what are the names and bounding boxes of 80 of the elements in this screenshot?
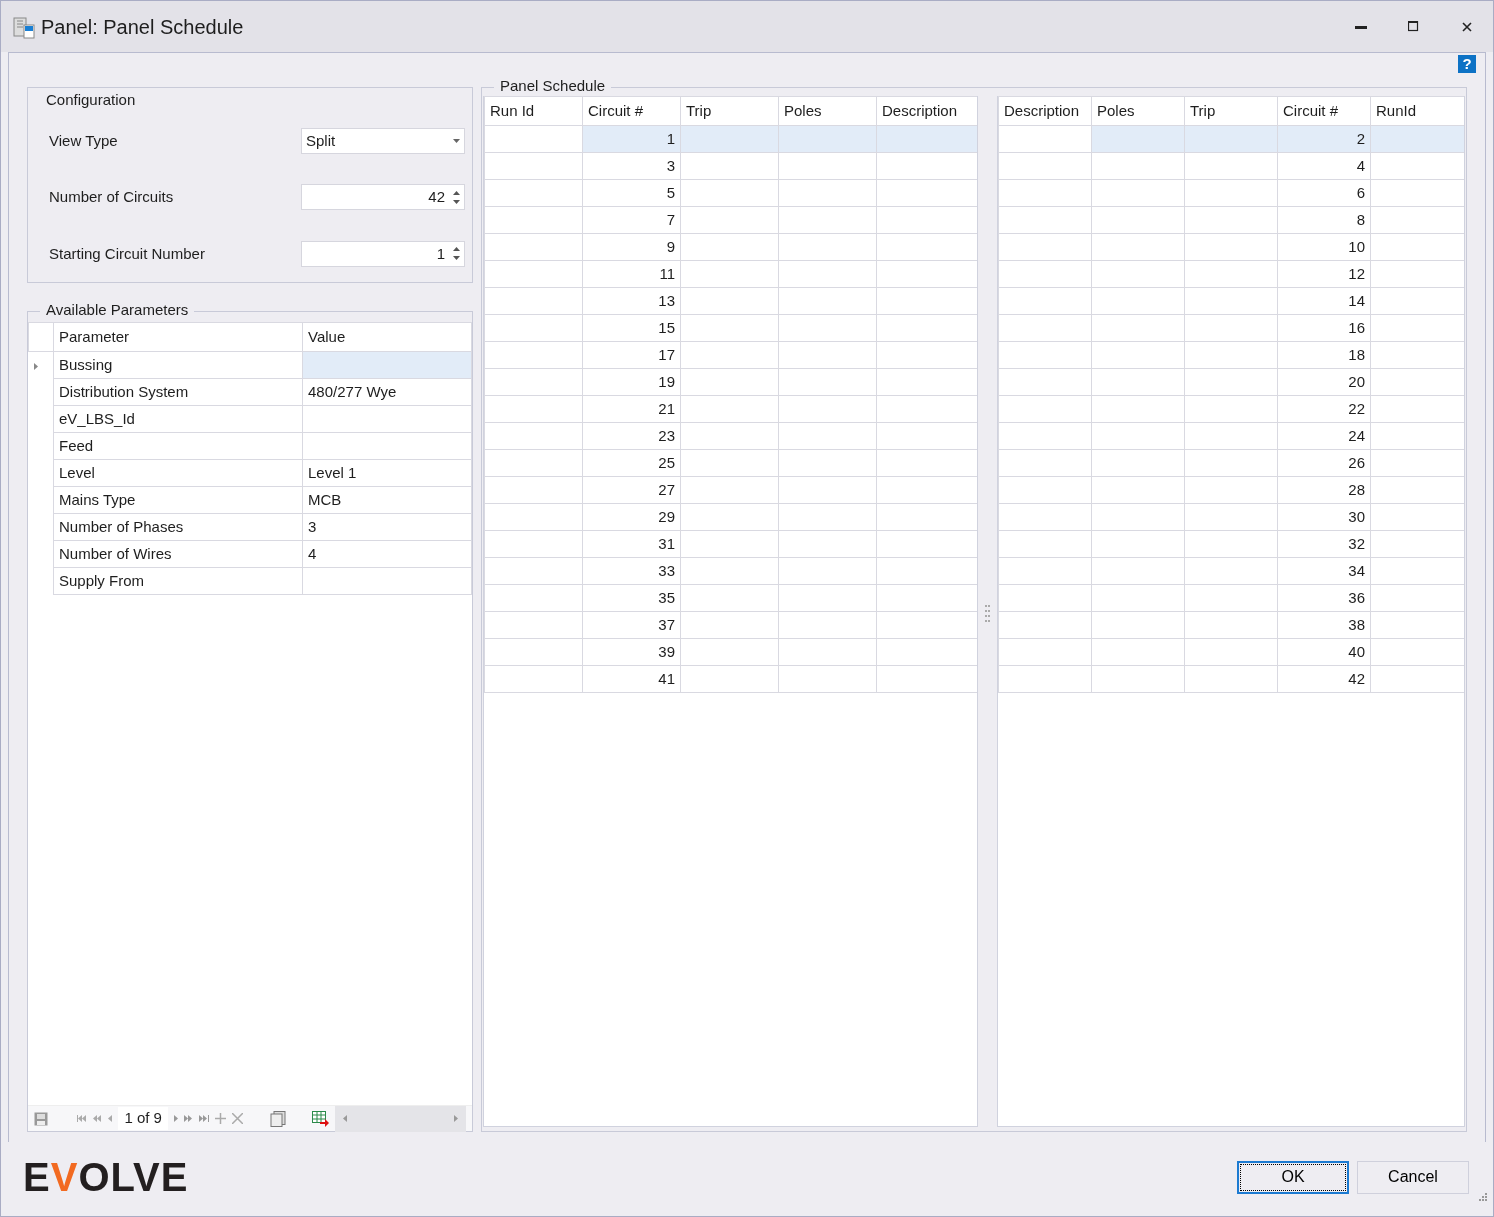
- column-header[interactable]: Poles: [778, 96, 877, 126]
- column-header[interactable]: Run Id: [484, 96, 583, 126]
- table-cell: 15: [582, 314, 681, 342]
- spin-field[interactable]: 42: [301, 184, 465, 211]
- table-cell: 32: [1277, 530, 1371, 558]
- table-cell: Bussing: [53, 351, 303, 379]
- column-header[interactable]: Poles: [1091, 96, 1185, 126]
- column-header[interactable]: Circuit #: [582, 96, 681, 126]
- column-header[interactable]: Circuit #: [1277, 96, 1371, 126]
- table-cell: 30: [1277, 503, 1371, 531]
- table-cell: 18: [1277, 341, 1371, 369]
- table-cell: 11: [582, 260, 681, 288]
- table-cell: 5: [582, 179, 681, 207]
- table-cell: 8: [1277, 206, 1371, 234]
- table-cell: MCB: [302, 486, 472, 514]
- table-cell: Distribution System: [53, 378, 303, 406]
- table-cell: Number of Wires: [53, 540, 303, 568]
- table-cell: 20: [1277, 368, 1371, 396]
- dropdown[interactable]: Split: [301, 128, 465, 155]
- table-cell: Mains Type: [53, 486, 303, 514]
- table-cell: 28: [1277, 476, 1371, 504]
- record-position: 1 of 9: [118, 1107, 168, 1130]
- table-cell: 2: [1277, 125, 1371, 153]
- table-cell: 13: [582, 287, 681, 315]
- table-cell: Feed: [53, 432, 303, 460]
- table-cell: 16: [1277, 314, 1371, 342]
- table-cell: 19: [582, 368, 681, 396]
- ok-button[interactable]: OK: [1237, 1160, 1349, 1194]
- table-cell: 480/277 Wye: [302, 378, 472, 406]
- table-cell: 26: [1277, 449, 1371, 477]
- table-cell: 17: [582, 341, 681, 369]
- table-cell: Supply From: [53, 567, 303, 595]
- table-cell: 41: [582, 665, 681, 693]
- field-label: Number of Circuits: [49, 187, 174, 208]
- logo: EVOLVE: [23, 1154, 189, 1201]
- table-cell: 39: [582, 638, 681, 666]
- help-button[interactable]: ?: [1458, 55, 1476, 73]
- column-header[interactable]: Parameter: [53, 322, 303, 352]
- table-cell: 36: [1277, 584, 1371, 612]
- table-cell: 23: [582, 422, 681, 450]
- table-cell: 34: [1277, 557, 1371, 585]
- cancel-button[interactable]: Cancel: [1357, 1160, 1469, 1194]
- column-header[interactable]: Description: [876, 96, 977, 126]
- table-cell: 24: [1277, 422, 1371, 450]
- column-header[interactable]: Trip: [1184, 96, 1278, 126]
- table-cell: 4: [1277, 152, 1371, 180]
- column-header[interactable]: Trip: [680, 96, 779, 126]
- table-cell: 7: [582, 206, 681, 234]
- table-cell: 25: [582, 449, 681, 477]
- table-cell: 21: [582, 395, 681, 423]
- column-header[interactable]: Value: [302, 322, 472, 352]
- table-cell: 27: [582, 476, 681, 504]
- column-header[interactable]: RunId: [1370, 96, 1464, 126]
- table-cell: 3: [582, 152, 681, 180]
- table-cell: 29: [582, 503, 681, 531]
- table-cell: 3: [302, 513, 472, 541]
- table-cell: Level: [53, 459, 303, 487]
- table-cell: 33: [582, 557, 681, 585]
- table-cell: 37: [582, 611, 681, 639]
- field-label: Starting Circuit Number: [49, 243, 205, 264]
- table-cell: 6: [1277, 179, 1371, 207]
- spin-field[interactable]: 1: [301, 240, 465, 267]
- table-cell: Number of Phases: [53, 513, 303, 541]
- table-cell: 10: [1277, 233, 1371, 261]
- table-cell: 31: [582, 530, 681, 558]
- window-title: Panel: Panel Schedule: [41, 14, 245, 40]
- table-cell: 22: [1277, 395, 1371, 423]
- table-cell: 38: [1277, 611, 1371, 639]
- table-cell: 9: [582, 233, 681, 261]
- field-label: View Type: [49, 130, 118, 151]
- column-header[interactable]: Description: [998, 96, 1092, 126]
- table-cell: 42: [1277, 665, 1371, 693]
- table-cell: 40: [1277, 638, 1371, 666]
- table-cell: 35: [582, 584, 681, 612]
- table-cell: 14: [1277, 287, 1371, 315]
- table-cell: Level 1: [302, 459, 472, 487]
- table-cell: eV_LBS_Id: [53, 405, 303, 433]
- table-cell: 4: [302, 540, 472, 568]
- table-cell: 12: [1277, 260, 1371, 288]
- table-cell: 1: [582, 125, 681, 153]
